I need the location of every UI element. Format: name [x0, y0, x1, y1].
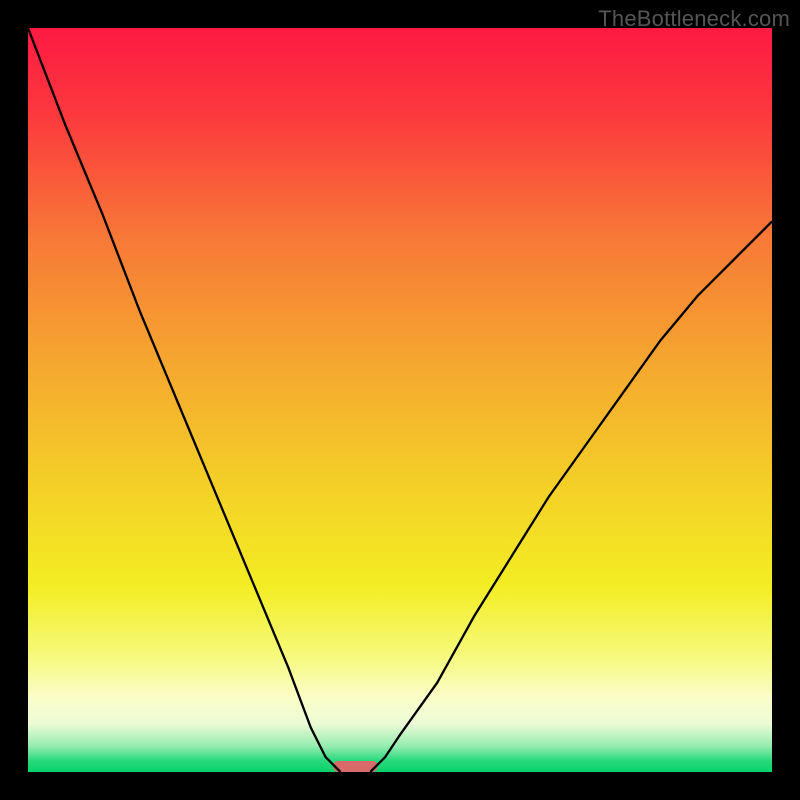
plot-background: [28, 28, 772, 772]
chart-root: { "watermark": "TheBottleneck.com", "cha…: [0, 0, 800, 800]
bottleneck-chart: [0, 0, 800, 800]
watermark-text: TheBottleneck.com: [598, 6, 790, 32]
